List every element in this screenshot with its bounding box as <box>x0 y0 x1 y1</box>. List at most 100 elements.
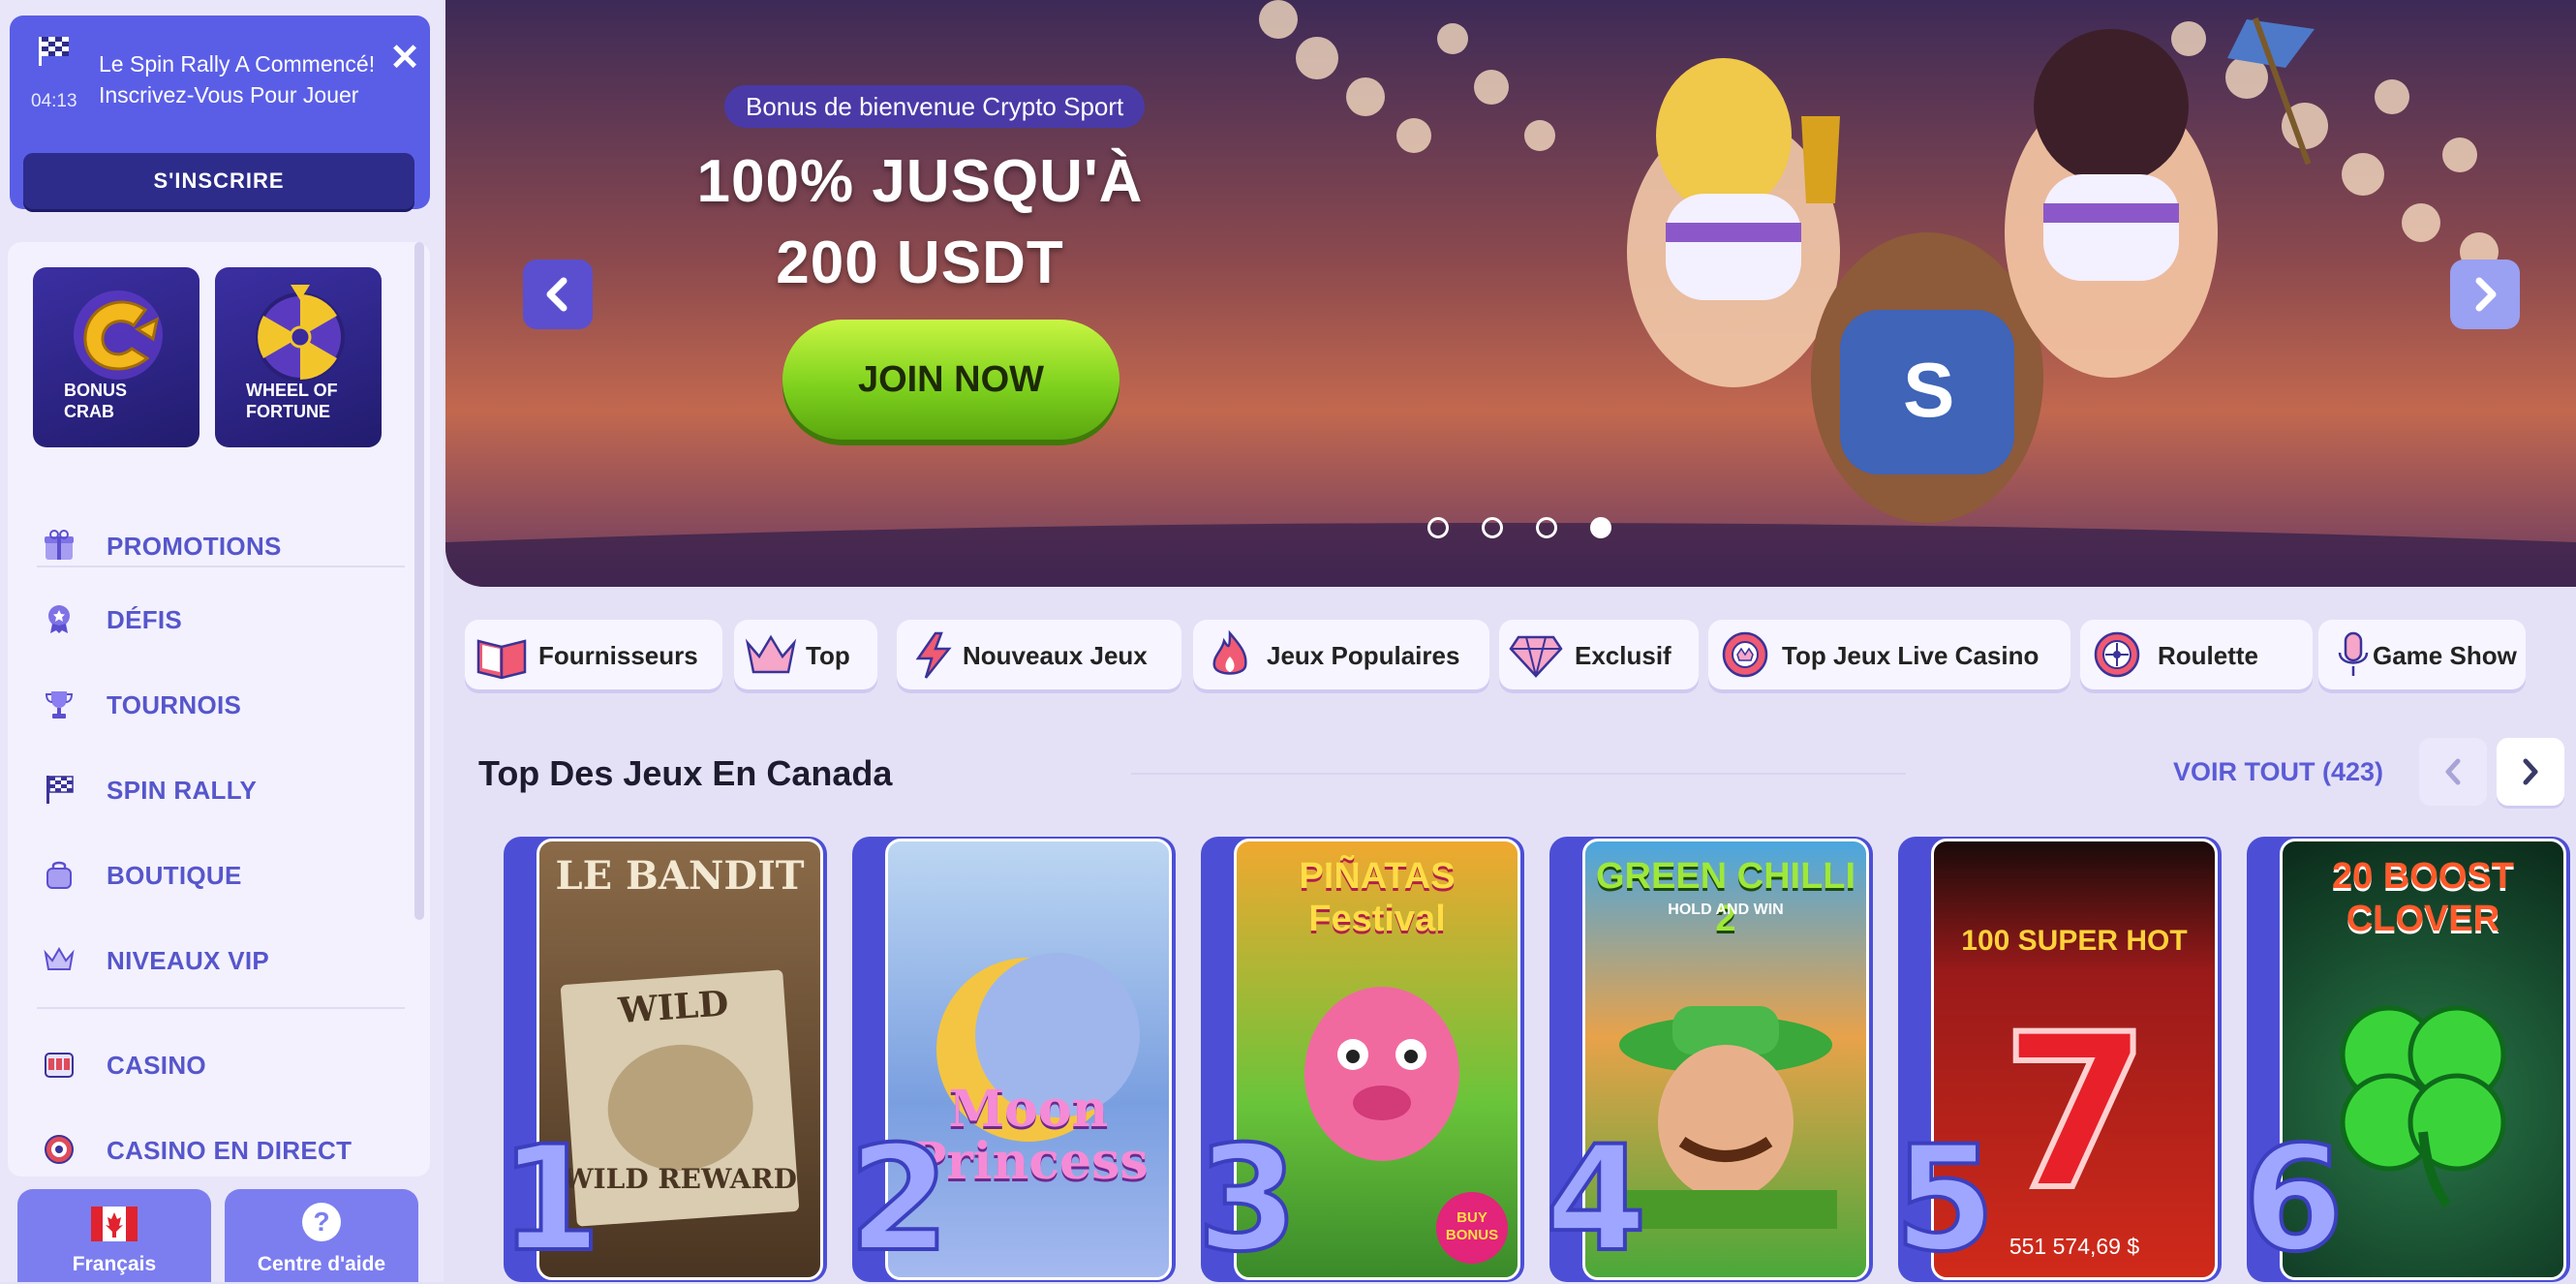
flame-icon <box>1212 629 1247 675</box>
shopping-bag-icon <box>46 861 72 889</box>
sidebar-item-label: SPIN RALLY <box>107 776 258 805</box>
sidebar-item-tournois[interactable]: TOURNOIS <box>8 674 430 732</box>
game-card[interactable]: 100 SUPER HOT 7 551 574,69 $ 5 <box>1892 837 2222 1282</box>
game-card[interactable]: 20 BOOST CLOVER 6 <box>2241 837 2570 1282</box>
crown-icon <box>44 947 75 970</box>
tile-label: WHEEL OF FORTUNE <box>246 381 338 421</box>
clover-icon <box>2340 1005 2506 1208</box>
sidebar-item-label: PROMOTIONS <box>107 532 282 561</box>
banner-next-button[interactable] <box>2450 260 2520 329</box>
help-label: Centre d'aide <box>257 1253 386 1275</box>
notification-message: Le Spin Rally A Commencé! Inscrivez-Vous… <box>99 51 376 107</box>
category-label: Exclusif <box>1575 641 1671 670</box>
sidebar-item-defis[interactable]: DÉFIS <box>8 589 430 647</box>
rank-number: 4 <box>1544 1116 1648 1284</box>
bonus-crab-tile[interactable]: BONUS CRAB <box>33 267 199 447</box>
category-roulette[interactable]: Roulette <box>2080 620 2313 689</box>
game-card[interactable]: LE BANDIT WILD WILD REWARD 1 <box>498 837 827 1282</box>
wheel-of-fortune-tile[interactable]: WHEEL OF FORTUNE <box>215 267 382 447</box>
category-label: Game Show <box>2373 641 2517 670</box>
crown-icon <box>745 634 797 674</box>
roulette-chip-icon <box>45 1135 74 1164</box>
category-label: Fournisseurs <box>538 641 698 670</box>
category-label: Roulette <box>2158 641 2258 670</box>
chevron-left-icon <box>2445 758 2461 785</box>
sidebar-item-casino[interactable]: CASINO <box>8 1034 430 1092</box>
crab-claw-icon <box>74 290 163 380</box>
checkered-flag-icon <box>39 37 69 66</box>
rank-number: 1 <box>498 1116 602 1284</box>
sidebar-item-label: CASINO <box>107 1051 206 1080</box>
category-exclusif[interactable]: Exclusif <box>1499 620 1699 689</box>
wheel-icon <box>256 285 345 382</box>
sidebar-item-boutique[interactable]: BOUTIQUE <box>8 844 430 902</box>
category-fournisseurs[interactable]: Fournisseurs <box>465 620 722 689</box>
category-label: Top Jeux Live Casino <box>1782 641 2039 670</box>
games-prev-button[interactable] <box>2419 738 2487 806</box>
sidebar-item-label: DÉFIS <box>107 605 183 634</box>
sidebar-item-casino-en-direct[interactable]: CASINO EN DIRECT <box>8 1119 430 1177</box>
sidebar-item-label: BOUTIQUE <box>107 861 242 890</box>
divider <box>37 1007 405 1009</box>
section-title: Top Des Jeux En Canada <box>478 753 893 793</box>
category-nouveaux-jeux[interactable]: Nouveaux Jeux <box>897 620 1181 689</box>
gift-icon <box>45 530 74 560</box>
sidebar-item-promotions[interactable]: PROMOTIONS <box>8 515 430 573</box>
casino-chip-icon <box>1722 631 1768 678</box>
game-title: LE BANDIT <box>555 853 805 899</box>
roulette-icon <box>2094 631 2140 678</box>
rank-number: 6 <box>2241 1116 2346 1284</box>
see-all-link[interactable]: VOIR TOUT (423) <box>2173 757 2383 787</box>
game-subtitle: HOLD AND WIN <box>1668 902 1784 918</box>
book-icon <box>476 639 527 680</box>
carousel-dot[interactable] <box>1427 517 1449 538</box>
sidebar-item-label: CASINO EN DIRECT <box>107 1136 353 1165</box>
category-top[interactable]: Top <box>734 620 877 689</box>
svg-text:S: S <box>1903 347 1954 433</box>
sidebar-item-spin-rally[interactable]: SPIN RALLY <box>8 759 430 817</box>
chevron-left-icon <box>546 277 567 312</box>
help-icon: ? <box>302 1203 341 1241</box>
game-subtitle: BUY BONUS <box>1436 1192 1508 1264</box>
carousel-dot-active[interactable] <box>1590 517 1611 538</box>
register-button[interactable]: S'INSCRIRE <box>23 153 414 209</box>
category-label: Jeux Populaires <box>1267 641 1460 670</box>
close-icon[interactable]: ✕ <box>389 40 420 76</box>
category-top-jeux-live-casino[interactable]: Top Jeux Live Casino <box>1708 620 2070 689</box>
game-card[interactable]: Moon Princess 2 <box>846 837 1176 1282</box>
spin-rally-notification: 04:13 Le Spin Rally A Commencé! Inscrive… <box>10 15 430 209</box>
divider <box>37 566 405 567</box>
hero-banner: S Bonus de bienvenue Crypto Sport 100% J… <box>445 0 2576 587</box>
game-title: GREEN CHILLI 2 <box>1595 856 1856 939</box>
language-button[interactable]: Français <box>17 1189 211 1282</box>
game-card[interactable]: PIÑATAS Festival BUY BONUS 3 <box>1195 837 1524 1282</box>
rank-number: 2 <box>846 1116 951 1284</box>
sidebar-scrollbar[interactable] <box>414 242 424 920</box>
sidebar-item-niveaux-vip[interactable]: NIVEAUX VIP <box>8 930 430 988</box>
banner-prev-button[interactable] <box>523 260 593 329</box>
category-jeux-populaires[interactable]: Jeux Populaires <box>1193 620 1489 689</box>
game-card[interactable]: GREEN CHILLI 2 HOLD AND WIN 4 <box>1544 837 1873 1284</box>
game-title: 20 BOOST CLOVER <box>2332 856 2514 939</box>
carousel-dot[interactable] <box>1536 517 1557 538</box>
banner-headline: 100% JUSQU'À 200 USDT <box>696 148 1144 296</box>
carousel-dot[interactable] <box>1482 517 1503 538</box>
bonus-badge: Bonus de bienvenue Crypto Sport <box>724 85 1146 128</box>
divider <box>1131 773 1906 775</box>
lightning-icon <box>915 631 952 679</box>
game-title: PIÑATAS Festival <box>1299 856 1456 939</box>
canada-flag-icon <box>91 1207 138 1241</box>
game-title: 100 SUPER HOT <box>1961 925 2188 957</box>
rank-number: 3 <box>1195 1116 1300 1284</box>
mascots-illustration: S <box>1627 16 2315 523</box>
checkered-flag-icon <box>46 776 74 804</box>
help-center-button[interactable]: ? Centre d'aide <box>225 1189 418 1282</box>
category-label: Top <box>806 641 850 670</box>
chevron-right-icon <box>2475 277 2497 312</box>
diamond-icon <box>1509 635 1563 678</box>
join-now-button[interactable]: JOIN NOW <box>782 320 1119 440</box>
medal-icon <box>48 605 70 633</box>
category-game-show[interactable]: Game Show <box>2318 620 2526 689</box>
rank-number: 5 <box>1892 1116 1997 1284</box>
games-next-button[interactable] <box>2497 738 2564 806</box>
